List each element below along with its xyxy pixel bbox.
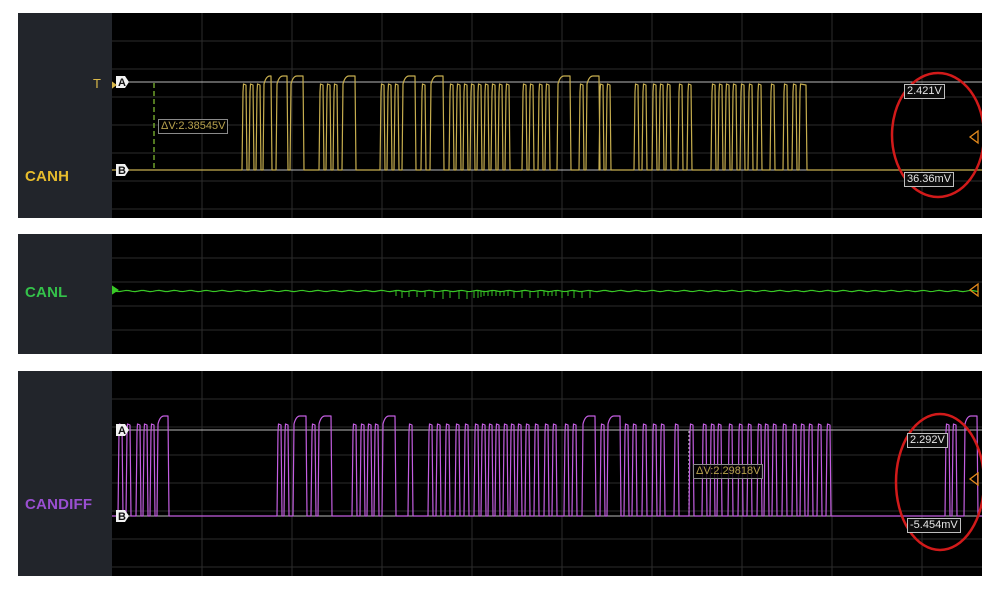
canl-glitch-spikes: [395, 291, 591, 299]
canh-panel: CANH A B T ΔV:2.38545V 2.421V 36.36mV: [18, 13, 982, 218]
candiff-cursor-b-value: -5.454mV: [907, 518, 961, 533]
canl-plot-area[interactable]: [112, 234, 982, 354]
canh-cursor-b-marker[interactable]: B: [116, 164, 129, 177]
candiff-label-column: CANDIFF: [18, 371, 112, 576]
canh-plot-area[interactable]: A B T ΔV:2.38545V 2.421V 36.36mV: [93, 13, 982, 218]
canl-channel-name[interactable]: CANL: [25, 284, 67, 301]
candiff-cursor-a-label: A: [118, 425, 126, 437]
trigger-label: T: [93, 76, 101, 91]
canh-waveform-svg: A B: [112, 13, 982, 218]
canl-waveform-svg: [112, 234, 982, 354]
candiff-grid: [112, 371, 982, 576]
candiff-cursor-b-marker[interactable]: B: [116, 510, 129, 523]
candiff-panel: CANDIFF A B ΔV:2.29818V 2.292V -5.454mV: [18, 371, 982, 576]
trigger-arrow-icon[interactable]: [112, 81, 117, 89]
canl-panel: CANL: [18, 234, 982, 354]
candiff-channel-name[interactable]: CANDIFF: [25, 496, 92, 513]
candiff-cursor-a-value: 2.292V: [907, 433, 948, 448]
canh-cursor-b-label: B: [118, 165, 126, 177]
candiff-trace: [112, 415, 982, 517]
canh-delta-readout: ΔV:2.38545V: [158, 119, 229, 134]
canh-channel-name[interactable]: CANH: [25, 168, 69, 185]
canh-label-column: CANH: [18, 13, 112, 218]
candiff-delta-readout: ΔV:2.29818V: [693, 464, 764, 479]
offset-marker-icon: [968, 129, 979, 145]
candiff-waveform-svg: A B: [112, 371, 982, 576]
candiff-cursor-b-label: B: [118, 511, 126, 523]
canh-trace: [112, 75, 982, 171]
canl-trace: [112, 289, 979, 293]
candiff-plot-area[interactable]: A B ΔV:2.29818V 2.292V -5.454mV: [112, 371, 982, 576]
canh-cursor-a-label: A: [118, 77, 126, 89]
canh-cursor-b-value: 36.36mV: [904, 172, 955, 187]
canl-grid: [112, 234, 982, 354]
canh-cursor-a-marker[interactable]: A: [116, 76, 129, 89]
canh-cursor-a-value: 2.421V: [904, 84, 945, 99]
canl-label-column: CANL: [18, 234, 112, 354]
